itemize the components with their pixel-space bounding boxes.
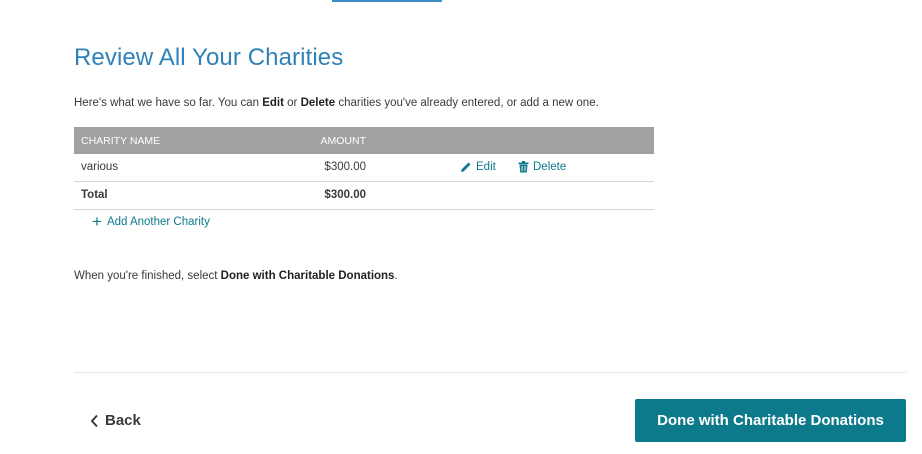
trash-icon <box>518 161 529 173</box>
column-header-charity-name: CHARITY NAME <box>81 135 161 147</box>
total-amount: $300.00 <box>324 189 366 201</box>
intro-text: Here's what we have so far. You can Edit… <box>74 97 674 109</box>
intro-prefix: Here's what we have so far. You can <box>74 97 263 109</box>
edit-button[interactable]: Edit <box>460 161 496 173</box>
pencil-icon <box>461 162 471 172</box>
back-label: Back <box>105 412 141 429</box>
done-with-charitable-donations-button[interactable]: Done with Charitable Donations <box>635 399 906 442</box>
table-header: CHARITY NAME AMOUNT <box>74 127 654 154</box>
intro-edit-keyword: Edit <box>262 97 284 109</box>
edit-label: Edit <box>476 161 496 173</box>
page-title: Review All Your Charities <box>74 44 344 71</box>
intro-or: or <box>283 97 301 109</box>
chevron-left-icon <box>90 414 98 427</box>
add-link-label: Add Another Charity <box>106 216 210 228</box>
column-header-amount: AMOUNT <box>320 135 367 147</box>
finish-prefix: When you're finished, select <box>74 270 221 282</box>
charity-amount-cell: $300.00 <box>324 161 366 173</box>
plus-icon: + <box>92 212 102 231</box>
footer-divider <box>74 372 907 373</box>
active-tab-underline <box>332 0 442 2</box>
charity-table: CHARITY NAME AMOUNT various $300.00 Edit… <box>74 127 654 210</box>
delete-label: Delete <box>533 161 567 173</box>
finish-suffix: . <box>394 270 398 282</box>
delete-button[interactable]: Delete <box>518 161 566 173</box>
table-row: various $300.00 Edit Delete <box>74 154 654 182</box>
intro-suffix: charities you've already entered, or add… <box>335 97 599 109</box>
back-button[interactable]: Back <box>90 412 141 429</box>
finish-bold: Done with Charitable Donations <box>220 270 395 282</box>
add-another-charity-link[interactable]: + Add Another Charity <box>92 212 210 231</box>
total-row: Total $300.00 <box>74 182 654 210</box>
total-label: Total <box>81 189 108 201</box>
finish-instructions: When you're finished, select Done with C… <box>74 270 398 282</box>
charity-name-cell: various <box>81 161 119 173</box>
intro-delete-keyword: Delete <box>300 97 336 109</box>
